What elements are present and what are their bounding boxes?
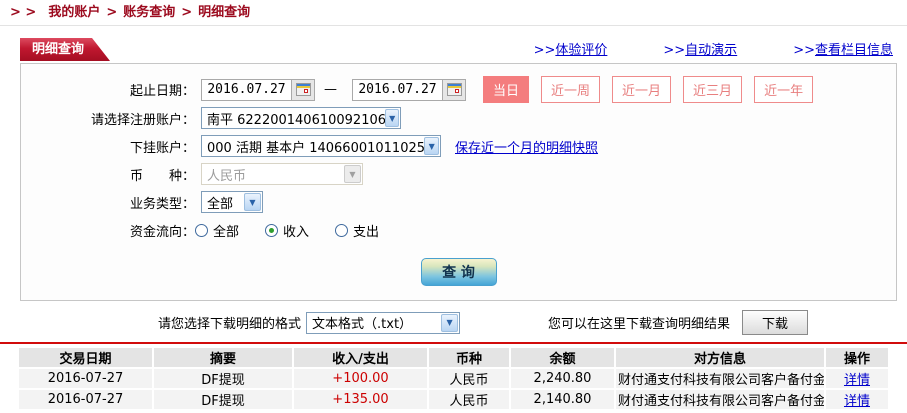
cell-currency: 人民币 (429, 390, 509, 409)
end-date-input[interactable] (352, 78, 442, 101)
cell-summary: DF提现 (154, 390, 292, 409)
download-format-label: 请您选择下载明细的格式 (158, 317, 302, 332)
table-row: 2016-07-27 DF提现 +135.00 人民币 2,140.80 财付通… (19, 390, 888, 409)
breadcrumb-prefix: > > (10, 5, 37, 20)
cell-summary: DF提现 (154, 369, 292, 388)
download-hint: 您可以在这里下载查询明细结果 (548, 317, 731, 332)
col-header-date: 交易日期 (19, 348, 152, 367)
query-form: 起止日期： — 当日 近一周 近一月 近三月 近一年 请选择注册账户： 南平 6… (20, 63, 897, 301)
start-date-input[interactable] (201, 78, 291, 101)
tab-row: 明细查询 >>体验评价 >>自动演示 >>查看栏目信息 (0, 37, 907, 61)
col-header-currency: 币种 (429, 348, 509, 367)
breadcrumb-item-detail-query[interactable]: 明细查询 (198, 5, 250, 20)
cell-balance: 2,140.80 (511, 390, 614, 409)
currency-select: 人民币 ▼ (201, 163, 363, 185)
save-snapshot-link[interactable]: 保存近一个月的明细快照 (455, 137, 598, 156)
sub-account-label: 下挂账户： (129, 140, 195, 156)
detail-link[interactable]: 详情 (844, 373, 870, 388)
business-type-select[interactable]: 全部 ▼ (201, 191, 263, 213)
detail-link[interactable]: 详情 (844, 394, 870, 409)
calendar-icon (295, 83, 311, 96)
col-header-balance: 余额 (511, 348, 614, 367)
radio-expense[interactable]: 支出 (335, 221, 379, 240)
chevron-down-icon: ▼ (344, 165, 361, 183)
chevron-down-icon: ▼ (441, 313, 459, 332)
breadcrumb-item-my-account[interactable]: 我的账户 (48, 5, 100, 20)
link-view-column-info[interactable]: >>查看栏目信息 (793, 39, 893, 58)
date-separator: — (324, 82, 337, 97)
chevron-down-icon: ▼ (424, 137, 439, 155)
radio-income[interactable]: 收入 (265, 221, 309, 240)
quick-range-month-button[interactable]: 近一月 (612, 76, 672, 103)
cell-action: 详情 (826, 369, 888, 388)
quick-range-week-button[interactable]: 近一周 (541, 76, 601, 103)
col-header-action: 操作 (826, 348, 888, 367)
breadcrumb-item-account-query[interactable]: 账务查询 (123, 5, 175, 20)
download-button[interactable]: 下载 (742, 310, 809, 335)
red-divider (0, 342, 907, 344)
date-range-row: 起止日期： — 当日 近一周 近一月 近三月 近一年 (21, 76, 896, 103)
quick-range-year-button[interactable]: 近一年 (754, 76, 814, 103)
breadcrumb: > > 我的账户 > 账务查询 > 明细查询 (0, 0, 907, 26)
col-header-counterparty: 对方信息 (616, 348, 824, 367)
cell-counterparty: 财付通支付科技有限公司客户备付金 (616, 369, 824, 388)
cell-balance: 2,240.80 (511, 369, 614, 388)
register-account-select[interactable]: 南平 6222001406100921065 灵通卡 ▼ (201, 107, 401, 129)
radio-icon (335, 223, 349, 237)
quick-range-3months-button[interactable]: 近三月 (683, 76, 743, 103)
download-format-select[interactable]: 文本格式（.txt） ▼ (306, 311, 461, 334)
table-header-row: 交易日期 摘要 收入/支出 币种 余额 对方信息 操作 (19, 348, 888, 367)
end-date-group (352, 78, 466, 101)
cell-counterparty: 财付通支付科技有限公司客户备付金 (616, 390, 824, 409)
table-row: 2016-07-27 DF提现 +100.00 人民币 2,240.80 财付通… (19, 369, 888, 388)
date-range-label: 起止日期： (129, 84, 195, 99)
sub-account-row: 下挂账户： 000 活期 基本户 1406600101102571848 ▼ 保… (21, 133, 896, 159)
transaction-table: 交易日期 摘要 收入/支出 币种 余额 对方信息 操作 2016-07-27 D… (17, 346, 890, 411)
radio-icon (195, 223, 208, 237)
currency-row: 币 种： 人民币 ▼ (21, 161, 896, 187)
download-row: 请您选择下载明细的格式 文本格式（.txt） ▼ 您可以在这里下载查询明细结果 … (158, 310, 907, 335)
radio-all[interactable]: 全部 (195, 221, 239, 240)
register-account-row: 请选择注册账户： 南平 6222001406100921065 灵通卡 ▼ (21, 105, 896, 131)
start-date-group (201, 78, 315, 101)
tab-detail-query[interactable]: 明细查询 (20, 38, 110, 61)
chevron-down-icon: ▼ (385, 109, 399, 127)
currency-label: 币 种： (129, 168, 195, 184)
cell-date: 2016-07-27 (19, 369, 152, 388)
radio-checked-icon (265, 223, 279, 237)
cell-amount: +135.00 (294, 390, 427, 409)
top-links: >>体验评价 >>自动演示 >>查看栏目信息 (534, 39, 893, 58)
col-header-amount: 收入/支出 (294, 348, 427, 367)
cell-action: 详情 (826, 390, 888, 409)
cell-amount: +100.00 (294, 369, 427, 388)
breadcrumb-separator: > (181, 5, 193, 20)
query-button[interactable]: 查 询 (420, 258, 497, 286)
start-date-calendar-button[interactable] (291, 78, 315, 101)
business-type-row: 业务类型： 全部 ▼ (21, 189, 896, 215)
fund-flow-label: 资金流向： (129, 224, 195, 240)
fund-flow-row: 资金流向： 全部 收入 支出 (21, 217, 896, 243)
chevron-down-icon: ▼ (244, 193, 261, 211)
link-auto-demo[interactable]: >>自动演示 (663, 39, 737, 58)
breadcrumb-separator: > (106, 5, 118, 20)
sub-account-select[interactable]: 000 活期 基本户 1406600101102571848 ▼ (201, 135, 441, 157)
col-header-summary: 摘要 (154, 348, 292, 367)
end-date-calendar-button[interactable] (442, 78, 466, 101)
quick-range-today-button[interactable]: 当日 (483, 76, 530, 103)
register-account-label: 请选择注册账户： (90, 112, 195, 128)
cell-date: 2016-07-27 (19, 390, 152, 409)
calendar-icon (446, 83, 462, 96)
link-experience-rating[interactable]: >>体验评价 (534, 39, 608, 58)
cell-currency: 人民币 (429, 369, 509, 388)
business-type-label: 业务类型： (129, 196, 195, 212)
